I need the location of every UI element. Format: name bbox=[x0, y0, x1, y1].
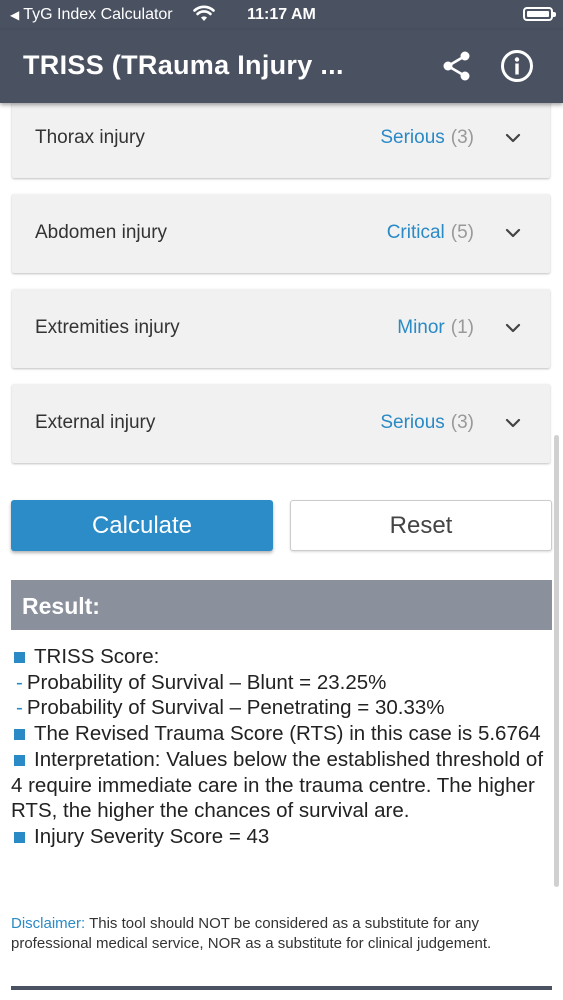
result-line-penetrating: - Probability of Survival – Penetrating =… bbox=[16, 696, 445, 720]
calculate-button[interactable]: Calculate bbox=[11, 500, 273, 551]
disclaimer: Disclaimer: This tool should NOT be cons… bbox=[11, 914, 556, 954]
injury-value: Serious (3) bbox=[380, 412, 474, 433]
result-line-iss: Injury Severity Score = 43 bbox=[11, 824, 551, 850]
reset-button[interactable]: Reset bbox=[290, 500, 552, 551]
bullet-dash-icon: - bbox=[16, 670, 23, 694]
result-body: TRISS Score: - Probability of Survival – … bbox=[11, 644, 551, 850]
disclaimer-label: Disclaimer: bbox=[11, 915, 86, 932]
injury-label: Extremities injury bbox=[35, 317, 180, 338]
bullet-square-icon bbox=[14, 729, 25, 741]
result-line-interpretation: Interpretation: Values below the establi… bbox=[11, 747, 544, 823]
page-title: TRISS (TRauma Injury ... bbox=[23, 50, 344, 80]
injury-label: Thorax injury bbox=[35, 127, 145, 148]
bullet-square-icon bbox=[14, 652, 25, 663]
share-icon[interactable] bbox=[441, 50, 473, 82]
result-line-blunt: - Probability of Survival – Blunt = 23.25… bbox=[16, 670, 387, 694]
result-heading: Result: bbox=[22, 593, 100, 619]
nav-bar: TRISS (TRauma Injury ... bbox=[0, 30, 563, 103]
injury-value: Minor (1) bbox=[397, 317, 474, 338]
result-line-triss: TRISS Score: bbox=[11, 644, 551, 670]
injury-label: External injury bbox=[35, 412, 156, 433]
result-header: Result: bbox=[11, 580, 552, 630]
injury-label: Abdomen injury bbox=[35, 222, 168, 243]
content-scroll[interactable]: Thorax injury Serious (3) Abdomen injury … bbox=[0, 103, 563, 1000]
bullet-square-icon bbox=[14, 831, 25, 843]
injury-card-thorax[interactable]: Thorax injury Serious (3) bbox=[12, 103, 550, 178]
injury-card-extremities[interactable]: Extremities injury Minor (1) bbox=[12, 289, 550, 368]
bullet-dash-icon: - bbox=[16, 696, 23, 720]
status-bar: ◀ TyG Index Calculator 11:17 AM bbox=[0, 0, 563, 30]
injury-value: Serious (3) bbox=[380, 127, 474, 148]
chevron-down-icon[interactable] bbox=[504, 224, 522, 242]
result-line-rts: The Revised Trauma Score (RTS) in this c… bbox=[11, 721, 551, 747]
info-icon[interactable] bbox=[500, 49, 534, 83]
scrollbar[interactable] bbox=[554, 435, 559, 887]
status-time: 11:17 AM bbox=[247, 6, 316, 23]
injury-card-external[interactable]: External injury Serious (3) bbox=[12, 384, 550, 463]
divider bbox=[11, 986, 552, 990]
injury-card-abdomen[interactable]: Abdomen injury Critical (5) bbox=[12, 194, 550, 273]
chevron-down-icon[interactable] bbox=[504, 319, 522, 337]
bullet-square-icon bbox=[14, 754, 25, 766]
injury-value: Critical (5) bbox=[386, 222, 474, 243]
chevron-down-icon[interactable] bbox=[504, 414, 522, 432]
chevron-down-icon[interactable] bbox=[504, 129, 522, 147]
battery-icon bbox=[523, 7, 556, 21]
